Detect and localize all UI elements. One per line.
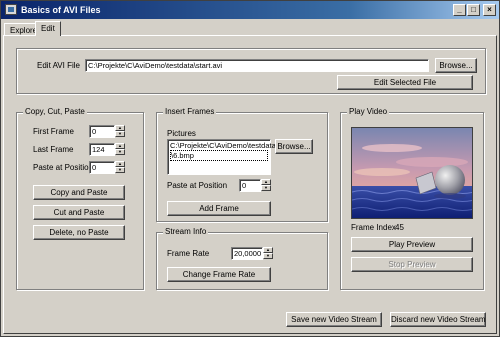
list-item[interactable]: \6.bmp bbox=[170, 150, 268, 161]
edit-selected-file-button[interactable]: Edit Selected File bbox=[337, 75, 473, 90]
frame-index-value: 45 bbox=[395, 223, 404, 232]
spin-down-icon[interactable]: ▼ bbox=[261, 185, 271, 191]
play-video-group: Play Video Frame Index 45 Play Preview S… bbox=[340, 107, 484, 290]
copy-and-paste-button[interactable]: Copy and Paste bbox=[33, 185, 125, 200]
last-frame-label: Last Frame bbox=[33, 145, 74, 154]
frame-rate-field[interactable]: 20,0000 bbox=[231, 247, 263, 260]
insert-paste-position-field[interactable]: 0 bbox=[239, 179, 261, 192]
insert-paste-position-label: Paste at Position bbox=[167, 181, 228, 190]
window-title: Basics of AVI Files bbox=[21, 5, 101, 15]
pictures-list[interactable]: C:\Projekte\C\AviDemo\testdata \6.bmp bbox=[167, 139, 276, 175]
stop-preview-button[interactable]: Stop Preview bbox=[351, 257, 473, 272]
insert-frames-group: Insert Frames Pictures C:\Projekte\C\Avi… bbox=[156, 107, 328, 222]
insert-paste-position-spinner[interactable]: ▲ ▼ bbox=[261, 179, 271, 192]
first-frame-label: First Frame bbox=[33, 127, 74, 136]
stream-info-group: Stream Info Frame Rate 20,0000 ▲ ▼ Change… bbox=[156, 227, 328, 290]
list-item[interactable]: C:\Projekte\C\AviDemo\testdata bbox=[170, 141, 276, 150]
last-frame-field[interactable]: 124 bbox=[89, 143, 115, 156]
save-video-stream-button[interactable]: Save new Video Stream bbox=[286, 312, 382, 327]
close-button[interactable]: × bbox=[483, 4, 496, 16]
play-preview-button[interactable]: Play Preview bbox=[351, 237, 473, 252]
edit-file-group: Edit AVI File C:\Projekte\C\AviDemo\test… bbox=[16, 48, 486, 94]
change-frame-rate-button[interactable]: Change Frame Rate bbox=[167, 267, 271, 282]
copy-cut-paste-group: Copy, Cut, Paste First Frame 0 ▲ ▼ Last F… bbox=[16, 107, 144, 290]
insert-frames-title: Insert Frames bbox=[163, 107, 217, 116]
spin-down-icon[interactable]: ▼ bbox=[115, 167, 125, 173]
video-preview-image bbox=[351, 127, 473, 219]
minimize-button[interactable]: _ bbox=[453, 4, 466, 16]
paste-position-label: Paste at Position bbox=[33, 163, 94, 172]
tab-edit[interactable]: Edit bbox=[35, 21, 61, 36]
edit-tab-page: Edit AVI File C:\Projekte\C\AviDemo\test… bbox=[3, 35, 497, 334]
discard-video-stream-button[interactable]: Discard new Video Stream bbox=[390, 312, 486, 327]
first-frame-spinner[interactable]: ▲ ▼ bbox=[115, 125, 125, 138]
pictures-label: Pictures bbox=[167, 129, 196, 138]
browse-avi-button[interactable]: Browse... bbox=[435, 58, 477, 73]
main-window: Basics of AVI Files _ □ × Explore Edit E… bbox=[0, 0, 500, 337]
browse-pictures-button[interactable]: Browse... bbox=[275, 139, 313, 154]
paste-position-spinner[interactable]: ▲ ▼ bbox=[115, 161, 125, 174]
frame-rate-label: Frame Rate bbox=[167, 249, 210, 258]
first-frame-field[interactable]: 0 bbox=[89, 125, 115, 138]
delete-no-paste-button[interactable]: Delete, no Paste bbox=[33, 225, 125, 240]
paste-position-field[interactable]: 0 bbox=[89, 161, 115, 174]
avi-path-field[interactable]: C:\Projekte\C\AviDemo\testdata\start.avi bbox=[85, 59, 429, 72]
spin-down-icon[interactable]: ▼ bbox=[115, 131, 125, 137]
play-video-title: Play Video bbox=[347, 107, 390, 116]
last-frame-spinner[interactable]: ▲ ▼ bbox=[115, 143, 125, 156]
frame-index-label: Frame Index bbox=[351, 223, 396, 232]
maximize-button[interactable]: □ bbox=[467, 4, 480, 16]
spin-down-icon[interactable]: ▼ bbox=[115, 149, 125, 155]
cut-and-paste-button[interactable]: Cut and Paste bbox=[33, 205, 125, 220]
app-icon bbox=[5, 4, 17, 15]
spin-down-icon[interactable]: ▼ bbox=[263, 253, 273, 259]
edit-file-label: Edit AVI File bbox=[37, 61, 80, 70]
stream-info-title: Stream Info bbox=[163, 227, 209, 236]
title-bar[interactable]: Basics of AVI Files _ □ × bbox=[1, 1, 499, 19]
copy-cut-paste-title: Copy, Cut, Paste bbox=[23, 107, 87, 116]
frame-rate-spinner[interactable]: ▲ ▼ bbox=[263, 247, 273, 260]
add-frame-button[interactable]: Add Frame bbox=[167, 201, 271, 216]
